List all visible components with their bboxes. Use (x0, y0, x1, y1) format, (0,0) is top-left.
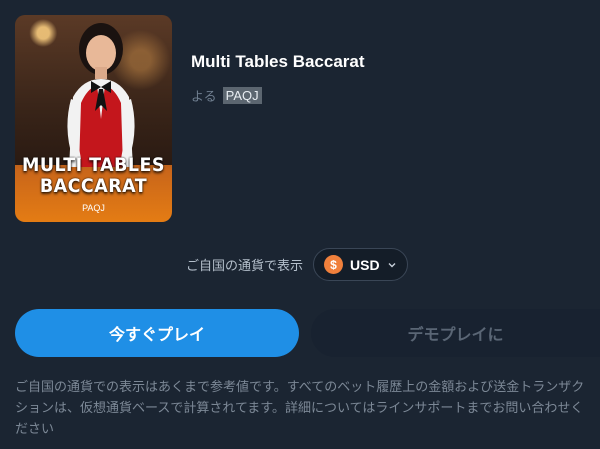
provider-link[interactable]: PAQJ (222, 87, 262, 104)
currency-code: USD (350, 256, 380, 273)
usd-coin-icon: $ (324, 255, 344, 274)
dealer-illustration (67, 23, 135, 167)
chevron-down-icon (388, 262, 396, 267)
thumbnail-brand: PAQJ (82, 203, 105, 213)
game-detail-panel: MULTI TABLES BACCARAT PAQJ Multi Tables … (0, 0, 600, 449)
currency-disclaimer: ご自国の通貨での表示はあくまで参考値です。すべてのベット履歴上の金額および送金ト… (15, 380, 585, 437)
play-now-button[interactable]: 今すぐプレイ (15, 309, 299, 357)
by-label: よる (191, 90, 217, 105)
currency-select[interactable]: $ USD (313, 248, 408, 281)
game-title: Multi Tables Baccarat (191, 52, 365, 71)
game-thumbnail[interactable]: MULTI TABLES BACCARAT PAQJ (15, 15, 172, 222)
currency-label: ご自国の通貨で表示 (186, 259, 304, 274)
currency-row: ご自国の通貨で表示 $ USD (186, 248, 408, 281)
provider-row: よる PAQJ (191, 86, 262, 105)
demo-play-button[interactable]: デモプレイに (311, 309, 600, 357)
thumbnail-title: MULTI TABLES BACCARAT (22, 154, 165, 197)
